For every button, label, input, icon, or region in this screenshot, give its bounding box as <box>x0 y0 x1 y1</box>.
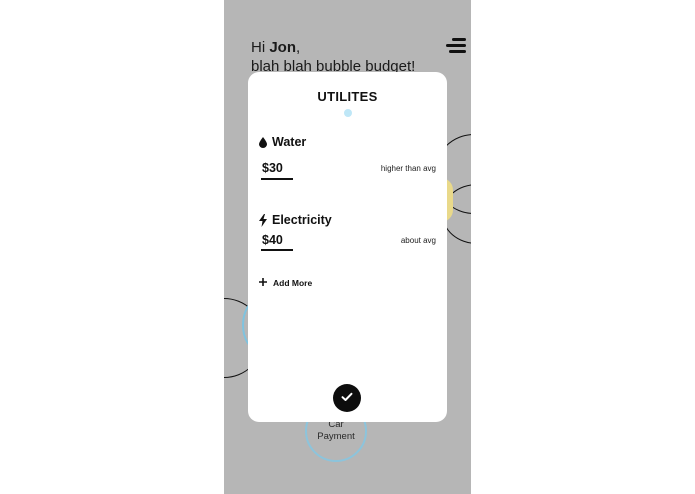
lightning-icon <box>259 213 267 227</box>
phone-screen: Hi Jon, blah blah bubble budget! Car Pay… <box>224 0 471 494</box>
electricity-amount-underline <box>261 249 293 251</box>
greeting: Hi Jon, blah blah bubble budget! <box>251 38 415 76</box>
water-note: higher than avg <box>380 164 436 173</box>
title-indicator-dot <box>344 109 352 117</box>
confirm-button[interactable] <box>333 384 361 412</box>
water-header: Water <box>259 135 306 149</box>
greeting-hi: Hi <box>251 39 266 56</box>
user-name: Jon <box>269 39 297 56</box>
electricity-note: about avg <box>400 236 436 245</box>
plus-icon <box>259 278 267 288</box>
add-more-button[interactable]: Add More <box>259 278 312 288</box>
checkmark-icon <box>341 389 353 407</box>
modal-title: UTILITES <box>317 89 378 104</box>
menu-icon[interactable] <box>446 38 466 54</box>
water-amount-underline <box>261 178 293 180</box>
electricity-header: Electricity <box>259 213 332 227</box>
car-payment-label: Car Payment <box>306 419 366 443</box>
greeting-comma: , <box>296 39 301 56</box>
droplet-icon <box>259 136 267 148</box>
water-label: Water <box>272 135 307 149</box>
electricity-amount[interactable]: $40 <box>262 233 283 247</box>
utilities-modal: UTILITES Water $30 higher than avg Elect… <box>248 72 447 422</box>
water-amount[interactable]: $30 <box>262 161 283 175</box>
electricity-label: Electricity <box>272 213 332 227</box>
car-payment-line2: Payment <box>317 431 355 442</box>
add-more-label: Add More <box>273 278 313 288</box>
